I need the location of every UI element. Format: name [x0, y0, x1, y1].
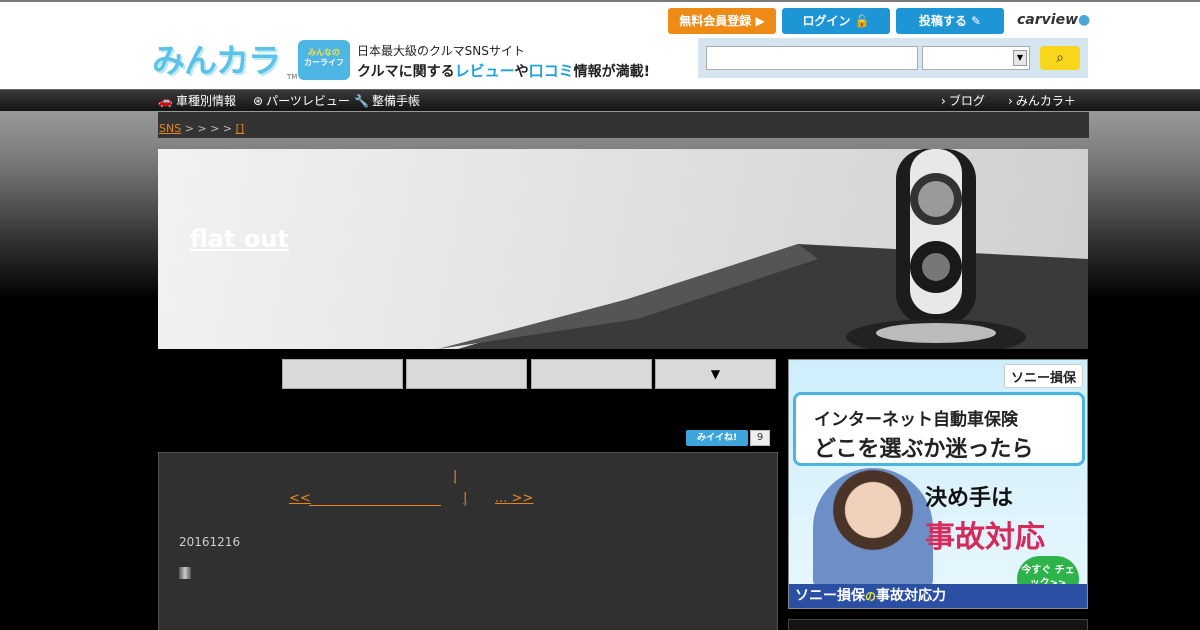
tagline-line2: クルマに関するレビューや口コミ情報が満載! — [357, 60, 650, 81]
tagline-review: レビュー — [454, 62, 515, 80]
nav-item-label: 車種別情報 — [175, 94, 236, 108]
carview-text: carview — [1017, 12, 1079, 28]
ad-headline-1: インターネット自動車保険 — [814, 410, 1018, 430]
nav-item-car-models[interactable]: 🚗 車種別情報 — [158, 93, 236, 109]
search-box: ▼ ⌕ — [698, 38, 1088, 78]
carlife-badge-line2: カーライフ — [304, 58, 344, 67]
chevron-right-icon: › — [1008, 94, 1013, 108]
search-button[interactable]: ⌕ — [1040, 46, 1080, 70]
minkara-logo[interactable]: みんカラ — [152, 40, 287, 82]
ad-model-photo — [813, 468, 933, 588]
ad-footer-end: 事故対応力 — [876, 588, 946, 604]
tagline-post: 情報が満載! — [573, 64, 651, 80]
tab-2[interactable] — [406, 359, 527, 389]
caret-down-icon: ▼ — [710, 367, 721, 381]
sidebar-secondary-box — [788, 619, 1088, 630]
ad-footer-main: ソニー損保 — [795, 588, 865, 604]
breadcrumb-link-sns[interactable]: SNS — [159, 122, 181, 135]
carview-drop-icon: ● — [1078, 12, 1091, 28]
entry-thumbnail[interactable] — [179, 567, 191, 579]
blog-title-link[interactable]: flat out — [190, 225, 289, 253]
like-count: 9 — [750, 430, 770, 446]
tab-3[interactable] — [531, 359, 652, 389]
ad-footer-bar: ソニー損保の事故対応力 — [789, 584, 1087, 608]
prev-entry-underline — [309, 505, 441, 506]
logo-text: みんカラ — [152, 41, 281, 80]
nav-item-label: ブログ — [948, 94, 985, 108]
like-button[interactable]: みイイね! 9 — [686, 430, 770, 446]
breadcrumb-separators: > > > > — [181, 122, 236, 135]
ad-brand-logo: ソニー損保 — [1003, 364, 1083, 388]
car-icon: 🚗 — [158, 94, 173, 108]
search-category-select[interactable]: ▼ — [922, 46, 1030, 70]
carlife-badge[interactable]: みんなの カーライフ — [298, 40, 350, 80]
entry-top-link[interactable]: | — [453, 469, 457, 484]
tagline-pre: クルマに関する — [357, 64, 455, 80]
breadcrumb: SNS > > > > [] — [158, 112, 1089, 138]
nav-item-label: 整備手帳 — [371, 94, 420, 108]
banner-photo — [438, 149, 1088, 349]
trademark: TM — [287, 73, 298, 81]
ad-speech-bubble: インターネット自動車保険 どこを選ぶか迷ったら — [793, 392, 1085, 466]
ad-copy-2: 事故対応 — [925, 520, 1045, 555]
blog-header-banner: flat out — [158, 149, 1088, 349]
tab-1[interactable] — [282, 359, 403, 389]
tagline-line1: 日本最大級のクルマSNSサイト — [357, 44, 525, 58]
nav-item-parts-review[interactable]: ⊛ パーツレビュー — [253, 93, 350, 109]
post-button[interactable]: 投稿する ✎ — [896, 8, 1004, 34]
parts-icon: ⊛ — [253, 94, 264, 108]
chevron-down-icon[interactable]: ▼ — [1013, 50, 1027, 66]
search-icon: ⌕ — [1056, 50, 1064, 66]
prev-entry-link[interactable]: << — [289, 491, 311, 506]
nav-item-maintenance[interactable]: 🔧 整備手帳 — [354, 93, 420, 109]
entry-date: 20161216 — [179, 535, 241, 549]
carview-logo[interactable]: carview● — [1017, 12, 1090, 28]
ad-footer-small: の — [865, 590, 876, 603]
like-icon: みイイね! — [686, 430, 748, 446]
register-button[interactable]: 無料会員登録 ▶ — [668, 8, 776, 34]
ad-copy-1: 決め手は — [925, 486, 1014, 511]
chevron-right-icon: › — [941, 94, 946, 108]
nav-item-minkara-plus[interactable]: › みんカラ＋ — [1008, 93, 1076, 109]
ad-headline-2: どこを選ぶか迷ったら — [814, 437, 1034, 462]
global-nav: 🚗 車種別情報 ⊛ パーツレビュー 🔧 整備手帳 › ブログ › みんカラ＋ — [0, 89, 1200, 111]
login-button[interactable]: ログイン 🔓 — [782, 8, 890, 34]
nav-item-label: みんカラ＋ — [1015, 94, 1076, 108]
blog-entry-panel: | << | ... >> 20161216 — [158, 452, 778, 630]
nav-item-label: パーツレビュー — [266, 94, 350, 108]
nav-item-blog[interactable]: › ブログ — [941, 93, 985, 109]
tagline-kuchikomi: 口コミ — [528, 62, 574, 80]
entry-center-link[interactable]: | — [463, 491, 467, 506]
next-entry-link[interactable]: ... >> — [495, 491, 533, 506]
site-header: みんカラ TM みんなの カーライフ 日本最大級のクルマSNSサイト クルマに関… — [0, 2, 1200, 89]
tagline-mid: や — [514, 64, 529, 80]
carlife-badge-line1: みんなの — [308, 48, 340, 57]
tab-more-dropdown[interactable]: ▼ — [655, 359, 776, 389]
breadcrumb-link-current[interactable]: [] — [236, 122, 245, 135]
wrench-icon: 🔧 — [354, 94, 369, 108]
search-input[interactable] — [706, 46, 918, 70]
sony-insurance-ad[interactable]: ソニー損保 インターネット自動車保険 どこを選ぶか迷ったら 決め手は 事故対応 … — [788, 359, 1088, 609]
